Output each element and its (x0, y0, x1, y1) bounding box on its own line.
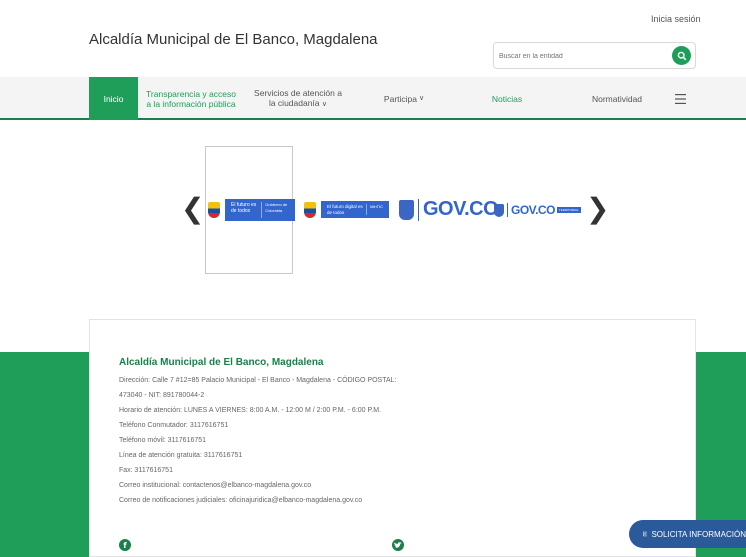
footer-contact-info: Dirección: Calle 7 #12=85 Palacio Munici… (119, 373, 439, 508)
gov-co-text: GOV.CO (423, 198, 499, 220)
logo-text: El futuro es de todos (231, 202, 257, 214)
nav-item-transparencia[interactable]: Transparencia y acceso a la información … (141, 77, 241, 120)
footer-line: Teléfono móvil: 3117616751 (119, 437, 207, 444)
twitter-bird-glyph (394, 541, 402, 548)
logo-gov-co[interactable]: GOV.CO (399, 198, 499, 221)
twitter-icon[interactable] (392, 539, 404, 551)
logo-gov-co-territorial[interactable]: GOV.CO TERRITORIAL (494, 203, 581, 217)
logo-text: Gobierno de Colombia (261, 202, 292, 218)
main-navbar: Inicio Transparencia y acceso a la infor… (0, 77, 746, 120)
nav-item-label: Normatividad (591, 93, 643, 104)
nav-item-label: Noticias (491, 93, 523, 104)
chevron-right-icon[interactable]: ❯ (586, 192, 609, 226)
footer-line: Teléfono Conmutador: 3117616751 (119, 422, 229, 429)
menu-button[interactable] (670, 77, 690, 120)
footer-email-link[interactable]: Correo institucional: contactenos@elbanc… (119, 478, 439, 493)
colombia-shield-icon (494, 203, 504, 217)
document-icon (643, 531, 648, 537)
request-information-button[interactable]: SOLICITA INFORMACIÓN (629, 520, 746, 548)
nav-item-participa[interactable]: Participa ∨ (372, 77, 436, 120)
logo-futuro-de-todos[interactable]: El futuro es de todos Gobierno de Colomb… (208, 199, 295, 221)
search-icon (677, 51, 686, 60)
request-information-label: SOLICITA INFORMACIÓN (651, 529, 746, 539)
colombia-shield-icon (399, 199, 414, 220)
footer-email-link[interactable]: Correo de notificaciones judiciales: ofi… (119, 493, 439, 508)
logo-badge: El futuro digital es de todos MinTIC (321, 201, 389, 218)
nav-item-inicio[interactable]: Inicio (89, 77, 138, 120)
nav-item-label: Participa (383, 93, 417, 104)
search-button[interactable] (672, 46, 691, 65)
search-box (493, 42, 696, 69)
footer-line: Línea de atención gratuita: 3117616751 (119, 452, 243, 459)
chevron-left-icon[interactable]: ❮ (181, 192, 204, 226)
facebook-icon[interactable]: f (119, 539, 131, 551)
footer-line: Dirección: Calle 7 #12=85 Palacio Munici… (119, 377, 397, 384)
nav-item-label: Servicios de atención a la ciudadanía (254, 87, 342, 108)
nav-item-label: Transparencia y acceso a la información … (146, 88, 236, 109)
footer-card: Alcaldía Municipal de El Banco, Magdalen… (89, 319, 696, 557)
nav-item-noticias[interactable]: Noticias (482, 77, 532, 120)
login-link[interactable]: Inicia sesión (651, 14, 701, 24)
logo-futuro-digital[interactable]: El futuro digital es de todos MinTIC (304, 201, 389, 218)
colombia-shield-icon (304, 201, 316, 218)
logo-text: El futuro digital es de todos (327, 204, 363, 215)
gov-co-text: GOV.CO (511, 203, 555, 217)
footer-line: 473040 - NIT: 891780044-2 (119, 392, 205, 399)
nav-item-label: Inicio (103, 93, 124, 104)
logo-badge: El futuro es de todos Gobierno de Colomb… (225, 199, 295, 221)
logo-text: MinTIC (366, 204, 386, 215)
chevron-down-icon: ∨ (417, 94, 425, 102)
nav-item-servicios[interactable]: Servicios de atención a la ciudadanía ∨ (248, 77, 348, 120)
territorial-tag: TERRITORIAL (556, 207, 581, 213)
footer-line: Fax: 3117616751 (119, 467, 173, 474)
nav-item-normatividad[interactable]: Normatividad (582, 77, 652, 120)
search-input[interactable] (499, 49, 659, 63)
divider (507, 203, 508, 217)
colombia-shield-icon (208, 202, 220, 218)
hamburger-icon (674, 93, 686, 104)
site-title[interactable]: Alcaldía Municipal de El Banco, Magdalen… (89, 31, 378, 48)
chevron-down-icon: ∨ (321, 100, 328, 108)
divider (418, 198, 419, 221)
footer-line: Horario de atención: LUNES A VIERNES: 8:… (119, 407, 381, 414)
footer-title: Alcaldía Municipal de El Banco, Magdalen… (119, 357, 324, 368)
